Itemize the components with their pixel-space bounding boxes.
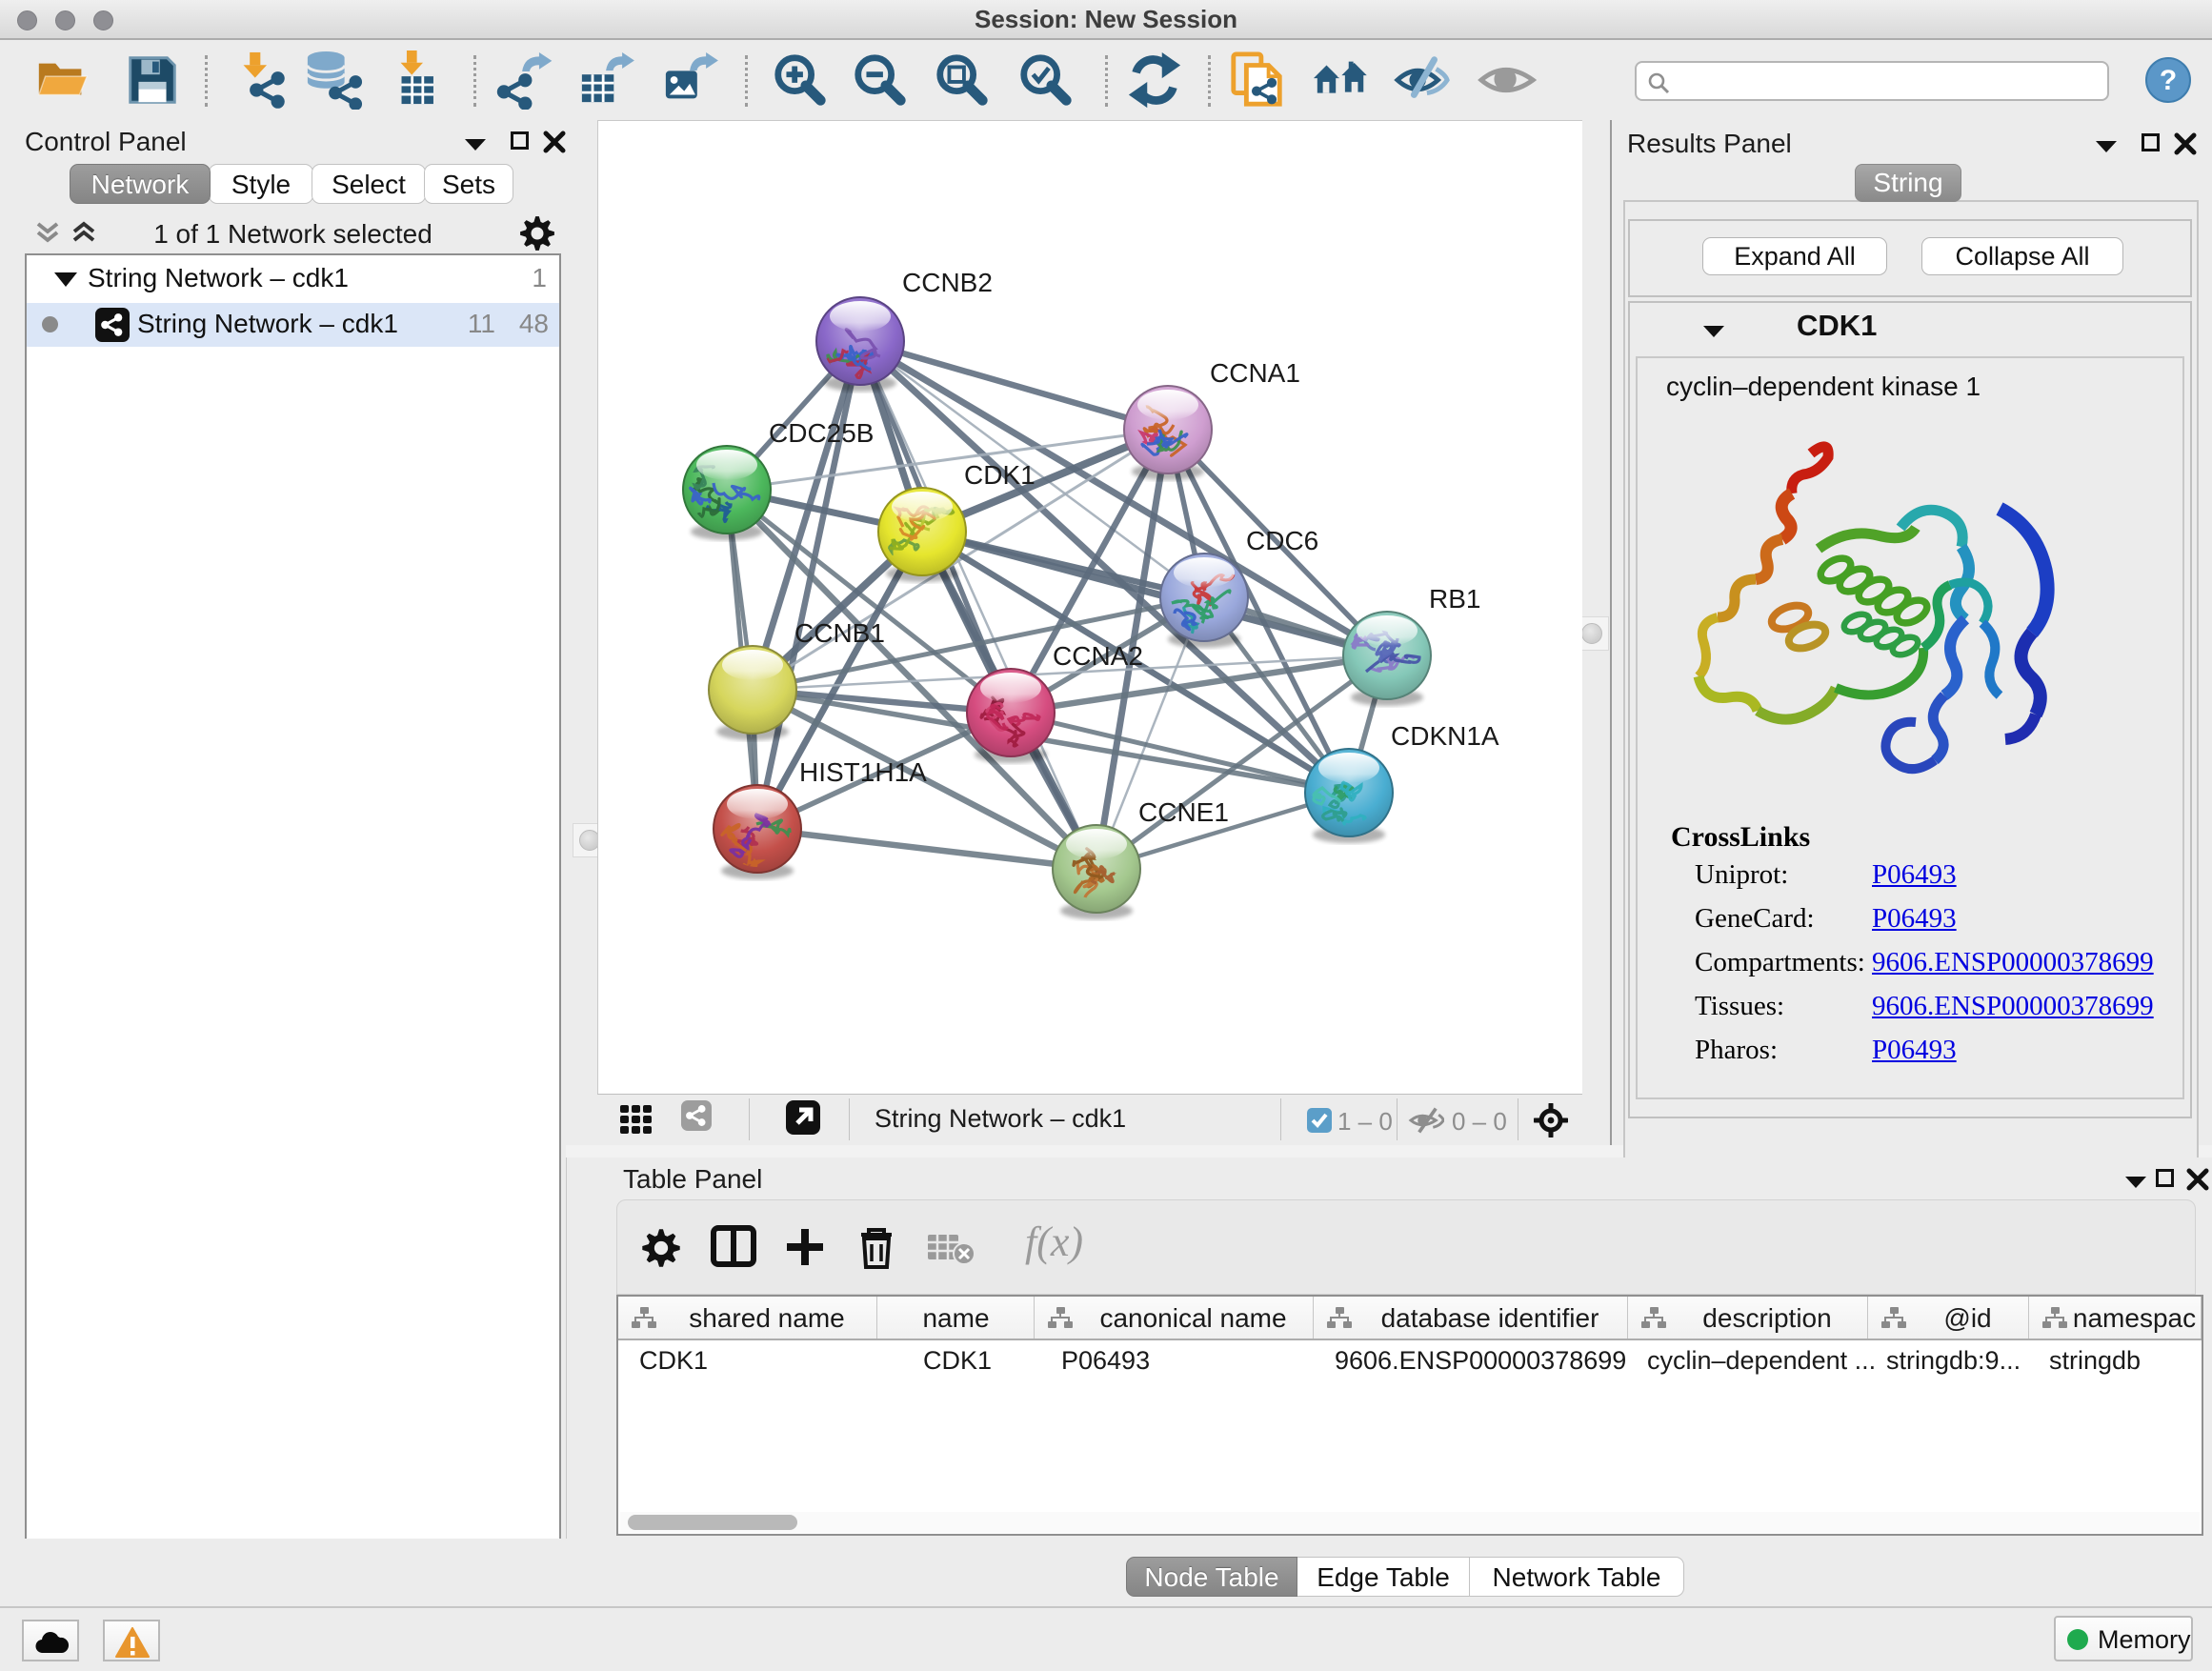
svg-text:CDC6: CDC6 (1246, 526, 1318, 555)
svg-text:CDKN1A: CDKN1A (1391, 721, 1499, 751)
svg-text:HIST1H1A: HIST1H1A (799, 757, 927, 787)
svg-text:RB1: RB1 (1429, 584, 1480, 614)
svg-text:?: ? (2160, 65, 2177, 96)
svg-text:CDC25B: CDC25B (769, 418, 874, 448)
svg-text:CCNB2: CCNB2 (902, 268, 993, 297)
svg-text:CCNA1: CCNA1 (1210, 358, 1300, 388)
svg-text:CCNE1: CCNE1 (1138, 797, 1229, 827)
svg-text:CDK1: CDK1 (964, 460, 1036, 490)
svg-text:CCNA2: CCNA2 (1053, 641, 1143, 671)
svg-text:CCNB1: CCNB1 (794, 618, 885, 648)
